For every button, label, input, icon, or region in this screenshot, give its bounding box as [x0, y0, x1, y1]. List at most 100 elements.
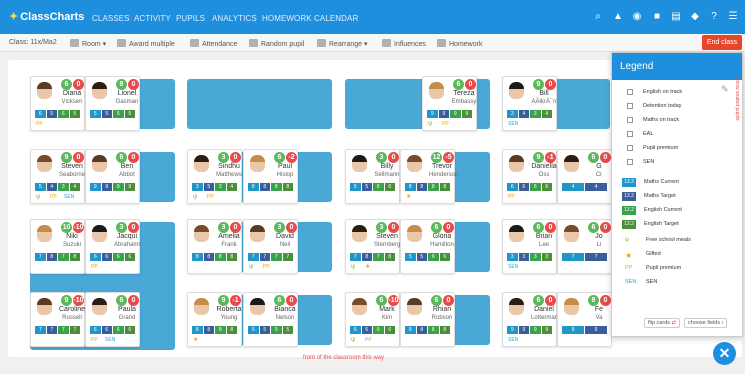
pupil-first-name: Niki — [66, 233, 78, 240]
positive-points-badge: 9 — [116, 79, 127, 90]
grade-cell: 9 — [461, 110, 472, 118]
pupil-card[interactable]: 6 0 Rhian Robson 8 8 8 8 — [400, 292, 455, 347]
legend-checkbox[interactable] — [627, 145, 633, 151]
grade-cell: 8 — [282, 183, 293, 191]
pupil-avatar — [407, 298, 422, 315]
pupil-card[interactable]: 6 0 Daniel Lotterman 9 9 9 9 SEN — [502, 292, 558, 347]
pupil-card[interactable]: 9 -10 Caroline Russell 7 7 7 7 — [30, 292, 85, 347]
influences-button[interactable]: Influences — [382, 39, 426, 48]
positive-points-badge: 10 — [61, 222, 72, 233]
grade-cell: 8 — [416, 183, 427, 191]
grade-cell: 7 — [271, 253, 282, 261]
legend-checkbox[interactable] — [627, 117, 633, 123]
grade-strip: 6666 — [90, 253, 135, 261]
pupil-card[interactable]: 9 0 Bill AÄlkrÄ¯n 3 4 3 4 SEN — [502, 76, 557, 131]
pupil-avatar — [509, 225, 524, 242]
negative-points-badge: 0 — [286, 295, 297, 306]
legend-checkbox[interactable] — [627, 103, 633, 109]
pupil-card[interactable]: 6 0 G Cr 4 4 — [557, 149, 612, 204]
pupil-card[interactable]: 6 0 Jo Li 7 7 — [557, 219, 612, 274]
pupil-card[interactable]: 6 0 Tereza Embassy 9 9 9 9 ψ PP — [422, 76, 477, 131]
nav-activity[interactable]: ACTIVITY — [134, 14, 171, 23]
grade-cell: 3 — [530, 253, 541, 261]
grade-strip: 5566 — [350, 183, 395, 191]
attendance-button[interactable]: Attendance — [190, 39, 237, 48]
pupil-card[interactable]: 9 -1 Roberta Young 8 8 8 8 ★ — [187, 292, 242, 347]
pupil-avatar — [352, 225, 367, 242]
pupil-last-name: Nelson — [275, 315, 295, 321]
close-icon[interactable]: ✕ — [713, 342, 736, 365]
help-icon[interactable]: ? — [708, 11, 720, 23]
flip-cards-button[interactable]: flip cards ⇄ — [644, 318, 681, 328]
homework-button[interactable]: Homework — [437, 39, 482, 48]
pupil-last-name: Seaborne — [59, 172, 86, 178]
pupil-card[interactable]: 3 0 Steven Sternberg 7 8 7 8 ψ ★ — [345, 219, 400, 274]
legend-checkbox[interactable] — [627, 159, 633, 165]
menu-icon[interactable]: ☰ — [727, 11, 739, 23]
print-icon[interactable]: ▤ — [670, 11, 682, 23]
nav-pupils[interactable]: PUPILS — [176, 14, 205, 23]
pupil-avatar — [509, 155, 524, 172]
show-seated-pupils-tab[interactable]: show seated pupils — [734, 78, 740, 121]
pupil-card[interactable]: 6 0 Gloria Hamilton 5 5 6 6 — [400, 219, 455, 274]
pupil-card[interactable]: 6 0 Diana Vicksen 6 5 6 5 PP — [30, 76, 85, 131]
pupil-avatar — [564, 298, 579, 315]
pupil-card[interactable]: 9 0 Lionel Gasman 5 5 5 5 — [85, 76, 140, 131]
positive-points-badge: 6 — [376, 295, 387, 306]
nav-analytics[interactable]: ANALYTICS — [212, 14, 257, 23]
legend-check-label: EAL — [643, 131, 654, 137]
pupil-card[interactable]: 3 0 Amelia Frank 8 8 8 8 — [187, 219, 242, 274]
class-toolbar — [0, 34, 745, 52]
pupil-card[interactable]: 6 0 Ben Abbot 9 9 9 9 — [85, 149, 140, 204]
negative-points-badge: 0 — [600, 222, 611, 233]
grade-cell: 5 — [69, 110, 80, 118]
award-multiple-button[interactable]: Award multiple — [117, 39, 175, 48]
pupil-card[interactable]: 6 0 Bianca Nelson 5 5 5 5 — [243, 292, 298, 347]
end-class-button[interactable]: End class — [702, 35, 742, 50]
room-dropdown[interactable]: Room ▾ — [70, 39, 106, 48]
pupil-card[interactable]: 6 -2 Paul Hislop 8 8 8 8 — [243, 149, 298, 204]
grade-cell: 9 — [90, 183, 101, 191]
pupil-card[interactable]: 6 -10 Mark Kim 6 6 6 6 ψ PP — [345, 292, 400, 347]
pencil-icon[interactable]: ✎ — [721, 84, 729, 95]
pupil-card[interactable]: 3 0 Sindhu Matthews 3 5 3 4 ψ PP — [187, 149, 242, 204]
grade-cell: 6 — [428, 253, 439, 261]
pupil-card[interactable]: 12 -5 Trevor Henderson 8 8 8 8 ★ — [400, 149, 458, 204]
pupil-card[interactable]: 9 0 Steven Seaborne 5 4 3 4 ψ PP SEN — [30, 149, 85, 204]
save-icon[interactable]: ■ — [651, 11, 663, 23]
negative-points-badge: 0 — [545, 295, 556, 306]
sen-icon: SEN — [105, 337, 116, 343]
grade-strip: 6565 — [35, 110, 80, 118]
pupil-card[interactable]: 9 0 Fe Va 9 9 — [557, 292, 612, 347]
grade-cell: 8 — [226, 253, 237, 261]
legend-checkbox[interactable] — [627, 131, 633, 137]
nav-homework-calendar[interactable]: HOMEWORK CALENDAR — [262, 14, 358, 23]
negative-points-badge: 0 — [443, 222, 454, 233]
fork-knife-icon: ψ — [249, 264, 254, 270]
grade-cell: 5 — [271, 326, 282, 334]
pupil-first-name: Amelia — [218, 233, 240, 240]
pupil-card[interactable]: 6 0 Paula Grand 6 6 6 6 PP SEN — [85, 292, 140, 347]
brand-logo[interactable]: ✦ ClassCharts — [9, 10, 84, 23]
choose-fields-button[interactable]: choose fields › — [684, 318, 728, 328]
rearrange-dropdown[interactable]: Rearrange ▾ — [317, 39, 368, 48]
pupil-card[interactable]: 6 0 Brian Lee 3 3 3 3 SEN — [502, 219, 557, 274]
pupil-card[interactable]: 3 0 Jacqui Abrahams 6 6 6 6 PP — [85, 219, 141, 274]
shuffle-icon — [317, 39, 326, 47]
grade-cell: 4 — [585, 183, 607, 191]
pupil-first-name: Ben — [120, 163, 134, 170]
pupil-card[interactable]: 10 -10 Niki Suzuki 7 8 7 8 — [30, 219, 85, 274]
search-icon[interactable]: ⌕ — [592, 11, 604, 23]
random-pupil-button[interactable]: Random pupil — [249, 39, 304, 48]
bell-icon[interactable]: ◆ — [689, 11, 701, 23]
thumbs-up-icon[interactable]: ▲ — [612, 11, 624, 23]
pupil-card[interactable]: 3 0 Billy Sellmann 5 5 6 6 — [345, 149, 400, 204]
pupil-avatar — [92, 155, 107, 172]
legend-checkbox[interactable] — [627, 89, 633, 95]
nav-classes[interactable]: CLASSES — [92, 14, 130, 23]
grade-strip: 44 — [562, 183, 607, 191]
grade-cell: 8 — [428, 326, 439, 334]
pupil-card[interactable]: 9 -1 Daniella Oss 6 6 6 6 PP — [502, 149, 557, 204]
eye-icon[interactable]: ◉ — [631, 11, 643, 23]
pupil-card[interactable]: 3 0 David Neil 7 7 7 7 ψ PP — [243, 219, 298, 274]
